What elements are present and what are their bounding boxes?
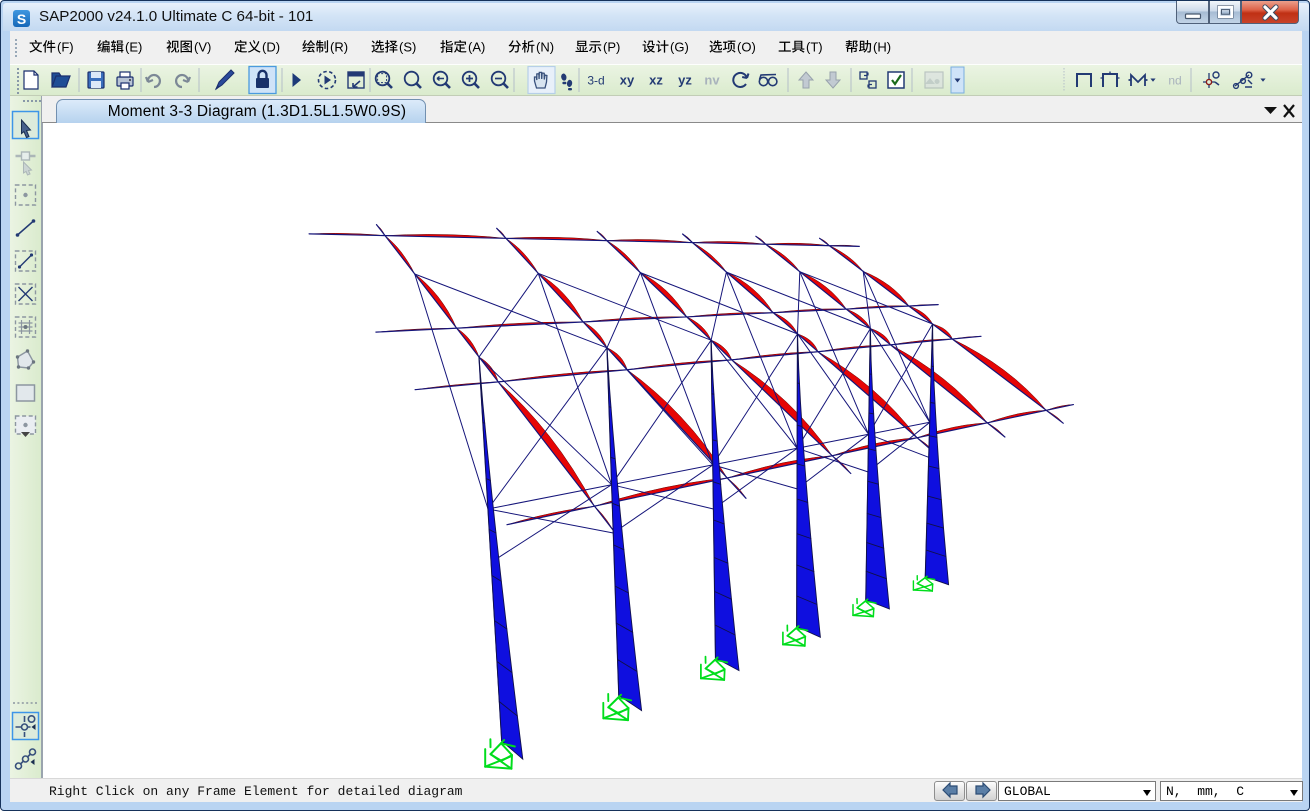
- svg-text:(N): (N): [536, 40, 554, 55]
- svg-text:(S): (S): [399, 40, 416, 55]
- svg-text:3-d: 3-d: [587, 74, 604, 88]
- svg-text:(H): (H): [873, 40, 891, 55]
- svg-text:(D): (D): [262, 40, 280, 55]
- svg-text:(G): (G): [670, 40, 689, 55]
- svg-text:(O): (O): [737, 40, 756, 55]
- svg-text:(P): (P): [603, 40, 620, 55]
- svg-text:(E): (E): [125, 40, 142, 55]
- svg-text:yz: yz: [678, 73, 692, 88]
- svg-text:nd: nd: [1168, 74, 1181, 88]
- svg-text:(R): (R): [330, 40, 348, 55]
- svg-text:xz: xz: [649, 73, 663, 88]
- svg-text:(T): (T): [806, 40, 823, 55]
- svg-text:(A): (A): [468, 40, 485, 55]
- svg-text:nv: nv: [704, 73, 720, 88]
- svg-text:(V): (V): [194, 40, 211, 55]
- svg-text:(F): (F): [57, 40, 74, 55]
- svg-text:xy: xy: [620, 73, 635, 88]
